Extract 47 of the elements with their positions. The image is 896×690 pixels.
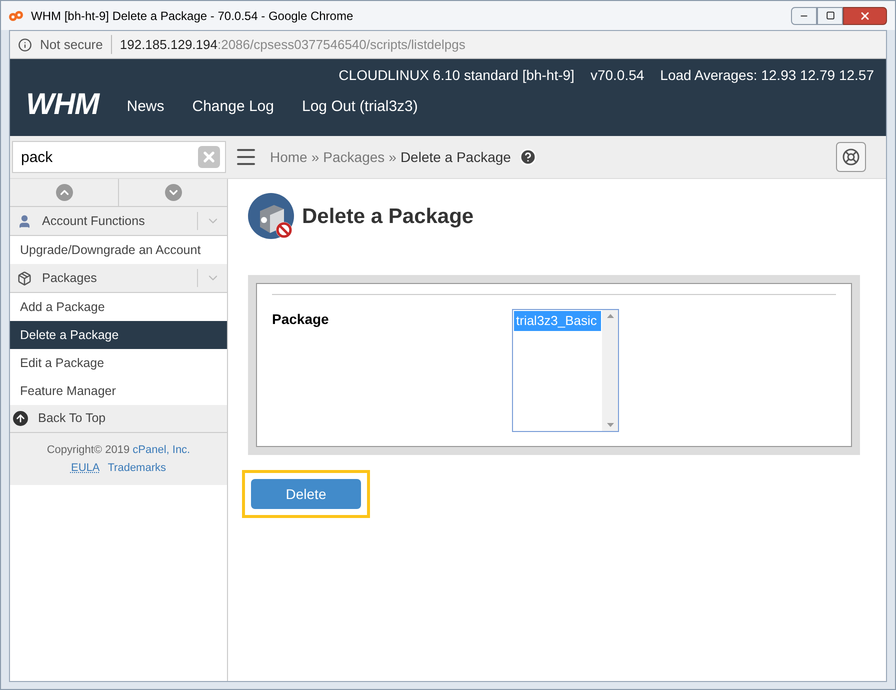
arrow-up-icon [15, 413, 26, 424]
info-icon[interactable] [18, 38, 32, 52]
package-delete-icon [248, 193, 296, 241]
breadcrumb-current: Delete a Package [400, 148, 511, 167]
field-label: Package [272, 310, 330, 329]
back-to-top-text: Back To Top [38, 410, 106, 428]
package-icon [16, 270, 32, 286]
delete-button[interactable]: Delete [251, 479, 361, 509]
footer-link[interactable]: EULA [70, 460, 100, 476]
security-label: Not secure [40, 34, 112, 54]
header-nav-link[interactable]: Change Log [192, 96, 274, 120]
cpanel-link[interactable]: cPanel, Inc. [132, 444, 190, 456]
sidebar-section-header[interactable]: Account Functions [10, 207, 227, 236]
server-info-text: CLOUDLINUX 6.10 standard [bh-ht-9] [338, 66, 574, 85]
sidebar-item[interactable]: Delete a Package [10, 321, 227, 349]
section-title: Account Functions [42, 212, 146, 230]
section-title: Packages [42, 270, 98, 287]
breadcrumb-link[interactable]: Packages [323, 146, 385, 168]
sidebar-section-header[interactable]: Packages [10, 264, 227, 293]
breadcrumb-separator: » [311, 148, 320, 166]
user-icon [16, 214, 32, 228]
help-icon[interactable] [518, 148, 537, 166]
breadcrumb-link[interactable]: Home [270, 146, 308, 168]
scroll-down-arrow-icon[interactable] [606, 423, 614, 427]
close-icon [859, 10, 871, 22]
lifebuoy-icon [842, 148, 860, 166]
scroll-up-arrow-icon[interactable] [606, 314, 614, 318]
window-title: WHM [bh-ht-9] Delete a Package - 70.0.54 - Google Chrome [31, 8, 354, 24]
maximize-button[interactable] [817, 6, 843, 24]
server-info-text: Load Averages: 12.93 12.79 12.57 [660, 66, 874, 85]
copyright-text: Copyright© 2019 cPanel, Inc. [46, 442, 190, 458]
clear-search-button[interactable] [198, 146, 220, 168]
header-nav-link[interactable]: Log Out (trial3z3) [302, 96, 418, 120]
clear-icon [201, 149, 217, 165]
support-button[interactable] [836, 142, 866, 172]
maximize-icon [826, 11, 834, 20]
app-logo-icon [9, 10, 23, 22]
server-info-text: v70.0.54 [590, 66, 644, 85]
breadcrumb-separator: » [388, 148, 396, 166]
url-text[interactable]: 192.185.129.194:2086/cpsess0377546540/scripts/listdelpgs [120, 34, 466, 54]
back-to-top-link[interactable]: Back To Top [10, 405, 227, 433]
search-field[interactable]: pack [12, 141, 226, 173]
close-button[interactable] [843, 6, 887, 24]
footer-link[interactable]: Trademarks [108, 460, 166, 476]
header-nav-link[interactable]: News [126, 96, 164, 120]
whm-logo[interactable]: WHM [26, 90, 99, 120]
page-title: Delete a Package [302, 204, 474, 230]
